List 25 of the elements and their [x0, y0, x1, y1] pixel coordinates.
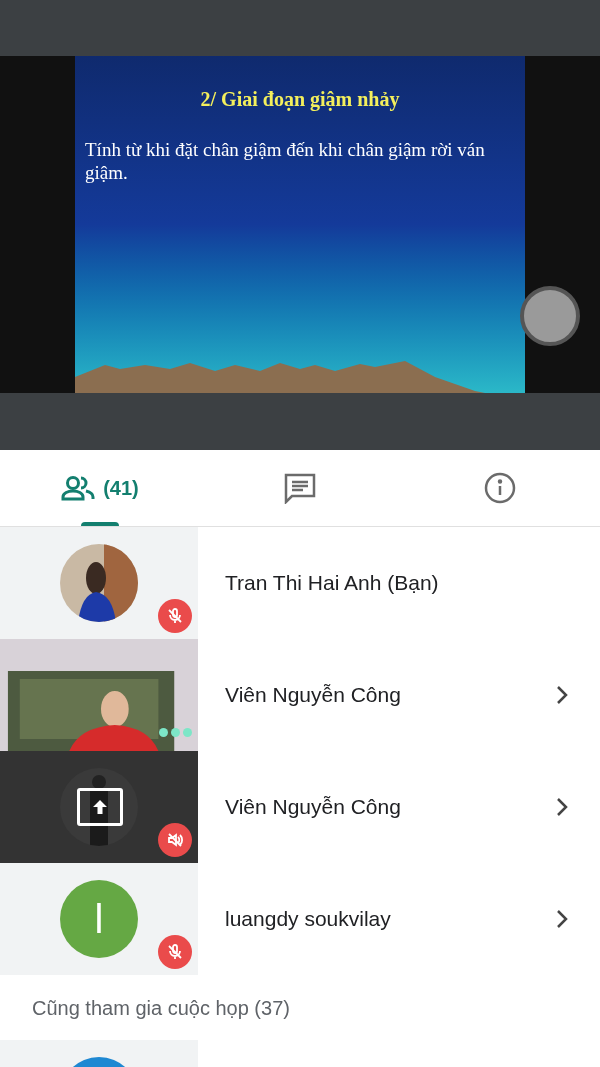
participant-row[interactable]: Tran Thi Hai Anh (Bạn) — [0, 527, 600, 639]
mic-off-icon — [158, 935, 192, 969]
participant-name: Tran Thi Hai Anh (Bạn) — [225, 570, 440, 597]
chevron-right-icon — [556, 685, 568, 705]
section-title: Cũng tham gia cuộc họp (37) — [32, 995, 290, 1021]
people-icon — [61, 475, 96, 501]
present-screen-icon — [77, 788, 123, 826]
info-icon — [484, 472, 516, 504]
participant-row[interactable]: l luangdy soukvilay — [0, 863, 600, 975]
avatar: l — [60, 880, 138, 958]
participant-row[interactable]: Viên Nguyễn Công — [0, 751, 600, 863]
mic-off-icon — [158, 599, 192, 633]
slide-title: 2/ Giai đoạn giậm nhảy — [200, 87, 400, 113]
chat-icon — [283, 472, 317, 504]
speaking-indicator — [159, 728, 192, 737]
participant-name: Viên Nguyễn Công — [225, 682, 402, 709]
people-tab[interactable]: (41) — [0, 450, 200, 526]
slide-text: Tính từ khi đặt chân giậm đến khi chân giậm rời ván giậm. — [85, 138, 486, 184]
participant-name: luangdy soukvilay — [225, 906, 392, 933]
participant-row[interactable]: Viên Nguyễn Công — [0, 639, 600, 751]
speaker-off-icon — [158, 823, 192, 857]
floating-button[interactable] — [520, 286, 580, 346]
participant-name: Viên Nguyễn Công — [225, 794, 402, 821]
chevron-right-icon — [556, 909, 568, 929]
chevron-right-icon — [556, 797, 568, 817]
